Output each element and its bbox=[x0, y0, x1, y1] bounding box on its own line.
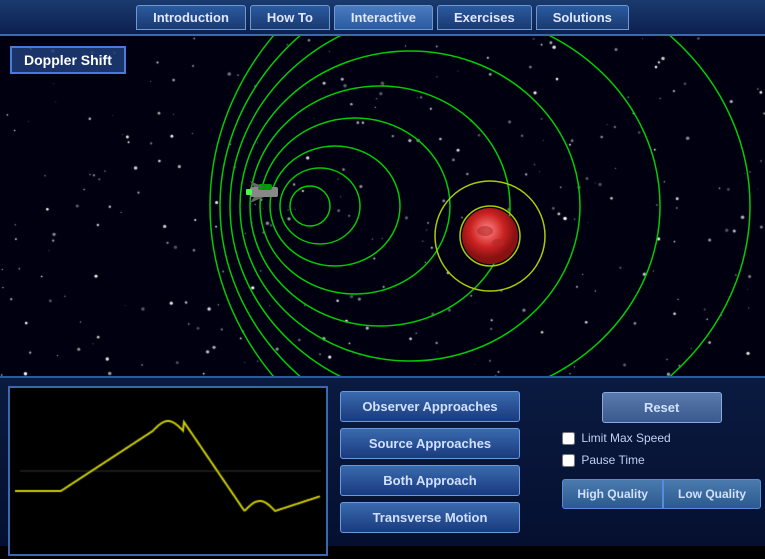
transverse-motion-button[interactable]: Transverse Motion bbox=[340, 502, 520, 533]
quality-buttons: High Quality Low Quality bbox=[562, 479, 761, 509]
low-quality-button[interactable]: Low Quality bbox=[663, 479, 761, 509]
graph-area bbox=[8, 386, 328, 556]
navigation-bar: Introduction How To Interactive Exercise… bbox=[0, 0, 765, 36]
both-approach-button[interactable]: Both Approach bbox=[340, 465, 520, 496]
tab-introduction[interactable]: Introduction bbox=[136, 5, 246, 30]
limit-max-speed-checkbox[interactable] bbox=[562, 432, 575, 445]
tab-solutions[interactable]: Solutions bbox=[536, 5, 629, 30]
reset-button[interactable]: Reset bbox=[602, 392, 722, 423]
doppler-rings bbox=[0, 36, 765, 376]
controls-area: Observer Approaches Source Approaches Bo… bbox=[336, 378, 765, 546]
right-controls: Reset Limit Max Speed Pause Time High Qu… bbox=[562, 386, 761, 538]
observer-approaches-button[interactable]: Observer Approaches bbox=[340, 391, 520, 422]
limit-max-speed-row: Limit Max Speed bbox=[562, 431, 761, 445]
tab-exercises[interactable]: Exercises bbox=[437, 5, 532, 30]
title-badge: Doppler Shift bbox=[10, 46, 126, 74]
pause-time-row: Pause Time bbox=[562, 453, 761, 467]
graph-canvas bbox=[10, 388, 326, 554]
high-quality-button[interactable]: High Quality bbox=[562, 479, 663, 509]
pause-time-label: Pause Time bbox=[581, 453, 644, 467]
source-approaches-button[interactable]: Source Approaches bbox=[340, 428, 520, 459]
pause-time-checkbox[interactable] bbox=[562, 454, 575, 467]
scenario-buttons: Observer Approaches Source Approaches Bo… bbox=[340, 386, 554, 538]
simulation-area: Doppler Shift bbox=[0, 36, 765, 376]
bottom-panel: Observer Approaches Source Approaches Bo… bbox=[0, 376, 765, 546]
title-text: Doppler Shift bbox=[24, 52, 112, 68]
tab-interactive[interactable]: Interactive bbox=[334, 5, 433, 30]
tab-how-to[interactable]: How To bbox=[250, 5, 330, 30]
limit-max-speed-label: Limit Max Speed bbox=[581, 431, 670, 445]
